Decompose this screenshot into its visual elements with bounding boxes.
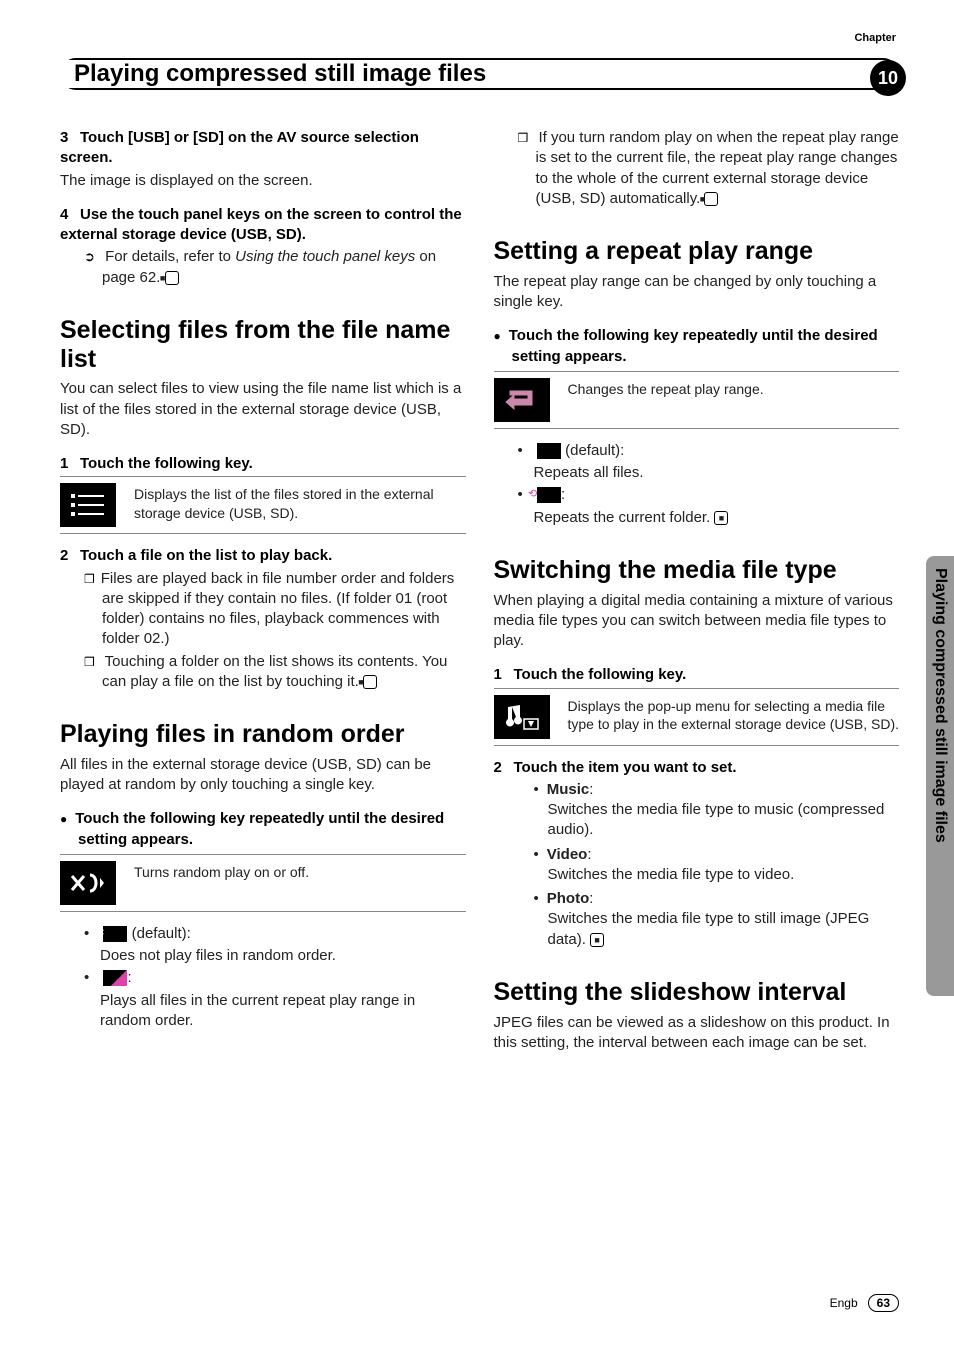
section-heading: Setting a repeat play range: [494, 237, 900, 266]
option-description: Switches the media file type to still im…: [494, 909, 900, 950]
page-title: Playing compressed still image files: [60, 60, 494, 88]
media-option: Photo:: [494, 889, 900, 909]
step-number: 1: [60, 454, 80, 474]
repeat-folder-icon: [537, 487, 561, 503]
step-heading: 1Touch the following key.: [60, 454, 466, 474]
media-option: Music:: [494, 780, 900, 800]
step-heading: 3Touch [USB] or [SD] on the AV source se…: [60, 128, 466, 169]
repeat-all-icon: [537, 443, 561, 459]
media-type-key-icon[interactable]: [494, 695, 550, 739]
end-mark-icon: [714, 511, 728, 525]
chapter-label: Chapter: [854, 32, 896, 44]
text: Repeats the current folder.: [534, 509, 711, 526]
repeat-key-icon[interactable]: [494, 378, 550, 422]
left-column: 3Touch [USB] or [SD] on the AV source se…: [60, 128, 466, 1067]
key-description-row: Changes the repeat play range.: [494, 371, 900, 429]
key-description: Turns random play on or off.: [134, 861, 309, 882]
media-option: Video:: [494, 845, 900, 865]
section-heading: Selecting files from the file name list: [60, 316, 466, 374]
end-mark-icon: [363, 675, 377, 689]
key-description-row: Displays the pop-up menu for selecting a…: [494, 688, 900, 746]
reference-title: Using the touch panel keys: [235, 248, 415, 265]
option-item: (default):: [60, 924, 466, 944]
page-header: Playing compressed still image files: [60, 60, 899, 88]
step-title: Touch the following key.: [80, 455, 253, 472]
step-number: 4: [60, 205, 80, 225]
option-item: :: [60, 968, 466, 988]
action-heading: Touch the following key repeatedly until…: [60, 809, 466, 850]
step-number: 3: [60, 128, 80, 148]
step-heading: 1Touch the following key.: [494, 665, 900, 685]
option-label: :: [127, 969, 131, 986]
option-label: :: [561, 486, 565, 503]
option-description: Switches the media file type to music (c…: [494, 800, 900, 841]
option-description: Does not play files in random order.: [60, 946, 466, 966]
random-on-icon: [103, 970, 127, 986]
key-description: Displays the pop-up menu for selecting a…: [568, 695, 900, 735]
section-intro: JPEG files can be viewed as a slideshow …: [494, 1013, 900, 1054]
end-mark-icon: [704, 192, 718, 206]
section-intro: You can select files to view using the f…: [60, 379, 466, 440]
step-body: The image is displayed on the screen.: [60, 171, 466, 191]
list-key-icon[interactable]: [60, 483, 116, 527]
section-heading: Setting the slideshow interval: [494, 978, 900, 1007]
footer-language: Engb: [830, 1296, 858, 1310]
option-item: (default):: [494, 441, 900, 461]
text: Touching a folder on the list shows its …: [102, 653, 447, 690]
note-item: Touching a folder on the list shows its …: [60, 652, 466, 693]
option-label: Photo: [547, 890, 590, 907]
option-description: Switches the media file type to video.: [494, 865, 900, 885]
random-key-icon[interactable]: [60, 861, 116, 905]
step-heading: 2Touch the item you want to set.: [494, 758, 900, 778]
text: For details, refer to: [105, 248, 235, 265]
section-heading: Playing files in random order: [60, 720, 466, 749]
page-number: 63: [868, 1294, 899, 1312]
step-title: Touch [USB] or [SD] on the AV source sel…: [60, 129, 419, 166]
random-off-icon: [103, 926, 127, 942]
step-title: Use the touch panel keys on the screen t…: [60, 206, 462, 243]
step-heading: 2Touch a file on the list to play back.: [60, 546, 466, 566]
step-heading: 4Use the touch panel keys on the screen …: [60, 205, 466, 246]
option-label: (default):: [127, 925, 190, 942]
step-number: 1: [494, 665, 514, 685]
page-footer: Engb 63: [830, 1294, 899, 1312]
note-item: If you turn random play on when the repe…: [494, 128, 900, 209]
option-label: (default):: [561, 442, 624, 459]
section-intro: The repeat play range can be changed by …: [494, 272, 900, 313]
section-intro: All files in the external storage device…: [60, 755, 466, 796]
step-title: Touch a file on the list to play back.: [80, 547, 332, 564]
option-description: Plays all files in the current repeat pl…: [60, 991, 466, 1032]
option-label: Video: [547, 846, 588, 863]
section-intro: When playing a digital media containing …: [494, 591, 900, 652]
key-description: Displays the list of the files stored in…: [134, 483, 466, 523]
step-number: 2: [60, 546, 80, 566]
option-description: Repeats the current folder.: [494, 508, 900, 528]
action-heading: Touch the following key repeatedly until…: [494, 326, 900, 367]
key-description: Changes the repeat play range.: [568, 378, 764, 399]
option-label: Music: [547, 781, 590, 798]
step-title: Touch the following key.: [514, 666, 687, 683]
step-number: 2: [494, 758, 514, 778]
note-item: Files are played back in file number ord…: [60, 569, 466, 650]
end-mark-icon: [165, 271, 179, 285]
section-heading: Switching the media file type: [494, 556, 900, 585]
option-item: :: [494, 485, 900, 505]
end-mark-icon: [590, 933, 604, 947]
side-tab: Playing compressed still image files: [926, 556, 954, 996]
key-description-row: Turns random play on or off.: [60, 854, 466, 912]
right-column: If you turn random play on when the repe…: [494, 128, 900, 1067]
step-title: Touch the item you want to set.: [514, 759, 737, 776]
cross-reference: For details, refer to Using the touch pa…: [60, 247, 466, 288]
chapter-number-badge: 10: [870, 60, 906, 96]
option-description: Repeats all files.: [494, 463, 900, 483]
key-description-row: Displays the list of the files stored in…: [60, 476, 466, 534]
